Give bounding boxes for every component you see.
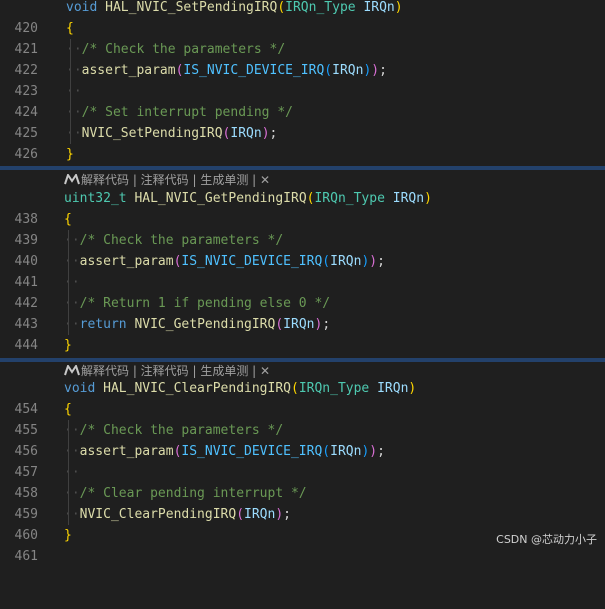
close-brace: } <box>64 338 72 353</box>
indent-guide <box>70 39 71 144</box>
code-line[interactable]: 422 ··/* Check the parameters */ <box>0 39 605 78</box>
code-line[interactable]: 439 { <box>0 209 605 248</box>
codelens-actions[interactable]: 解释代码 | 注释代码 | 生成单测 | ✕ <box>64 171 270 189</box>
indent-guide <box>68 230 69 335</box>
watermark: CSDN @芯动力小子 <box>496 533 597 546</box>
code-line[interactable]: 457 ··assert_param(IS_NVIC_DEVICE_IRQ(IR… <box>0 441 605 480</box>
param-name[interactable]: IRQn <box>363 0 394 15</box>
argument[interactable]: IRQn <box>330 444 361 459</box>
function-call[interactable]: NVIC_GetPendingIRQ <box>134 317 275 332</box>
code-line[interactable]: 455 { <box>0 399 605 438</box>
comment: /* Return 1 if pending else 0 */ <box>79 296 331 311</box>
ai-assistant-icon <box>64 365 80 376</box>
function-call[interactable]: assert_param <box>82 63 176 78</box>
param-name[interactable]: IRQn <box>377 381 408 396</box>
code-block-clear-pending: 解释代码 | 注释代码 | 生成单测 | ✕ 454 void HAL_NVIC… <box>0 362 605 564</box>
line-number: 461 <box>14 549 38 564</box>
comment: /* Check the parameters */ <box>79 233 284 248</box>
type-name[interactable]: IRQn_Type <box>285 0 355 15</box>
codelens-text[interactable]: 解释代码 | 注释代码 | 生成单测 | ✕ <box>81 364 270 378</box>
close-brace: } <box>66 147 74 162</box>
param-name[interactable]: IRQn <box>393 191 424 206</box>
function-name[interactable]: HAL_NVIC_GetPendingIRQ <box>134 191 306 206</box>
argument[interactable]: IRQn <box>283 317 314 332</box>
ai-assistant-icon <box>64 174 80 185</box>
indent-guide <box>68 420 69 525</box>
function-call[interactable]: assert_param <box>80 254 174 269</box>
code-line[interactable]: 454 void HAL_NVIC_ClearPendingIRQ(IRQn_T… <box>0 378 605 417</box>
comment: /* Set interrupt pending */ <box>81 105 293 120</box>
comment: /* Clear pending interrupt */ <box>79 486 307 501</box>
code-line[interactable]: 426 ··NVIC_SetPendingIRQ(IRQn); <box>0 123 605 162</box>
code-line[interactable]: 441 ··assert_param(IS_NVIC_DEVICE_IRQ(IR… <box>0 251 605 290</box>
close-brace: } <box>64 528 72 543</box>
return-type[interactable]: uint32_t <box>64 191 127 206</box>
comment: /* Check the parameters */ <box>81 42 286 57</box>
macro-name[interactable]: IS_NVIC_DEVICE_IRQ <box>181 254 322 269</box>
code-line[interactable]: 425 ··/* Set interrupt pending */ <box>0 102 605 141</box>
argument[interactable]: IRQn <box>330 254 361 269</box>
code-line[interactable]: 444 ··return NVIC_GetPendingIRQ(IRQn); <box>0 314 605 353</box>
code-line[interactable]: 438 uint32_t HAL_NVIC_GetPendingIRQ(IRQn… <box>0 188 605 227</box>
open-brace: { <box>66 21 74 36</box>
code-block-set-pending: 420 void HAL_NVIC_SetPendingIRQ(IRQn_Typ… <box>0 0 605 183</box>
function-call[interactable]: NVIC_ClearPendingIRQ <box>80 507 237 522</box>
code-line[interactable]: 456 ··/* Check the parameters */ <box>0 420 605 459</box>
macro-name[interactable]: IS_NVIC_DEVICE_IRQ <box>181 444 322 459</box>
argument[interactable]: IRQn <box>332 63 363 78</box>
type-name[interactable]: IRQn_Type <box>299 381 369 396</box>
macro-name[interactable]: IS_NVIC_DEVICE_IRQ <box>183 63 324 78</box>
function-call[interactable]: NVIC_SetPendingIRQ <box>82 126 223 141</box>
function-name[interactable]: HAL_NVIC_ClearPendingIRQ <box>103 381 291 396</box>
code-line[interactable]: 459 ··/* Clear pending interrupt */ <box>0 483 605 522</box>
return-keyword: return <box>79 317 127 332</box>
comment: /* Check the parameters */ <box>79 423 284 438</box>
code-line[interactable]: 445 } <box>0 335 605 374</box>
code-line[interactable]: 443 ··/* Return 1 if pending else 0 */ <box>0 293 605 332</box>
code-block-get-pending: 解释代码 | 注释代码 | 生成单测 | ✕ 438 uint32_t HAL_… <box>0 170 605 374</box>
open-brace: { <box>64 212 72 227</box>
code-line[interactable]: 442 ·· <box>0 272 605 311</box>
codelens-text[interactable]: 解释代码 | 注释代码 | 生成单测 | ✕ <box>81 173 270 187</box>
type-name[interactable]: IRQn_Type <box>314 191 384 206</box>
code-line[interactable]: 424 ·· <box>0 81 605 120</box>
code-line[interactable]: 440 ··/* Check the parameters */ <box>0 230 605 269</box>
code-line[interactable]: 460 ··NVIC_ClearPendingIRQ(IRQn); <box>0 504 605 543</box>
function-call[interactable]: assert_param <box>80 444 174 459</box>
open-brace: { <box>64 402 72 417</box>
code-line[interactable]: 458 ·· <box>0 462 605 501</box>
code-line[interactable]: 423 ··assert_param(IS_NVIC_DEVICE_IRQ(IR… <box>0 60 605 99</box>
function-name[interactable]: HAL_NVIC_SetPendingIRQ <box>105 0 277 15</box>
argument[interactable]: IRQn <box>230 126 261 141</box>
code-line[interactable]: 421 { <box>0 18 605 57</box>
code-line[interactable]: 427 } <box>0 144 605 183</box>
keyword: void <box>64 381 96 396</box>
code-line[interactable]: 420 void HAL_NVIC_SetPendingIRQ(IRQn_Typ… <box>0 0 605 36</box>
argument[interactable]: IRQn <box>244 507 275 522</box>
keyword: void <box>66 0 98 15</box>
